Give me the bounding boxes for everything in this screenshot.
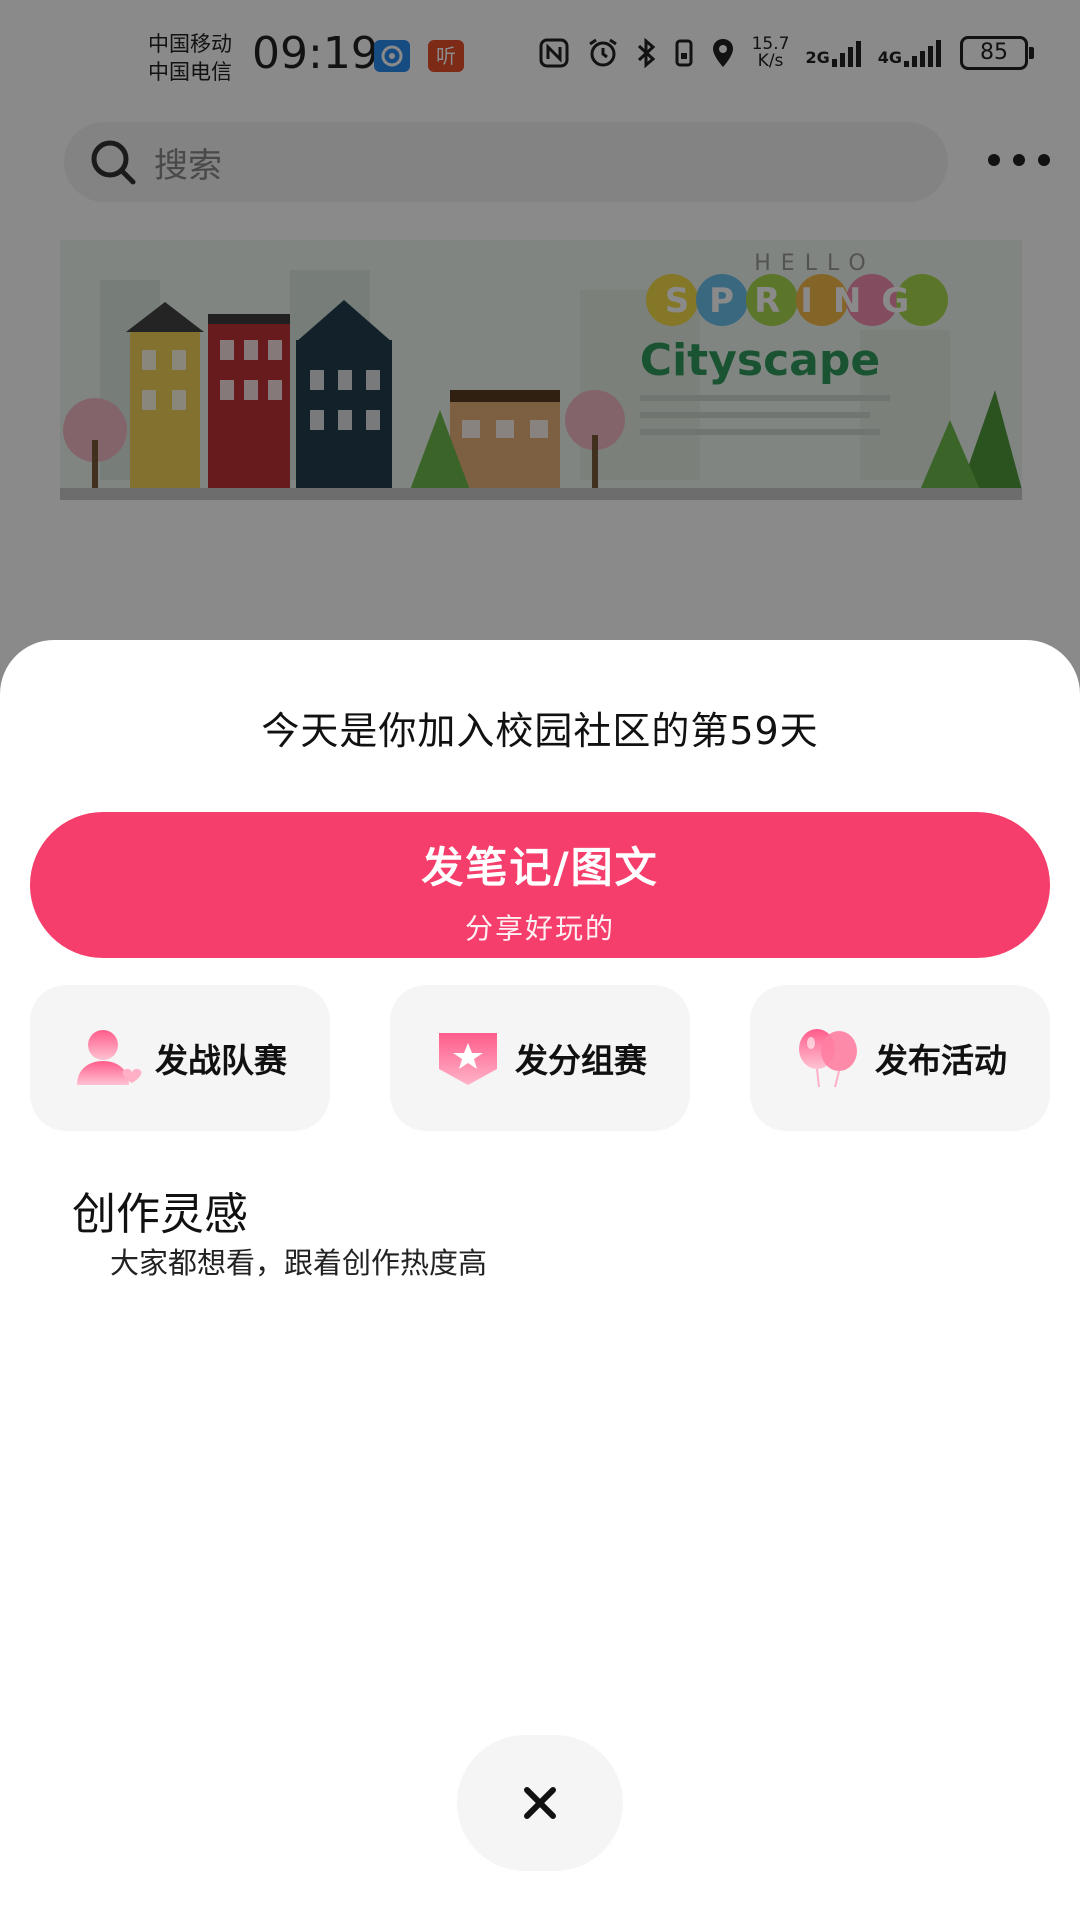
close-button[interactable] [457, 1735, 623, 1871]
post-team-match-button[interactable]: 发战队赛 [30, 985, 330, 1131]
inspiration-title: 创作灵感 [72, 1189, 248, 1240]
balloons-icon [799, 1029, 857, 1088]
post-note-button[interactable]: 发笔记/图文 分享好玩的 [30, 812, 1050, 958]
close-icon [524, 1787, 556, 1819]
post-activity-button[interactable]: 发布活动 [750, 985, 1050, 1131]
post-activity-label: 发布活动 [875, 1041, 1007, 1080]
post-note-title: 发笔记/图文 [421, 843, 659, 892]
post-note-subtitle: 分享好玩的 [464, 912, 615, 945]
post-team-match-label: 发战队赛 [155, 1041, 287, 1080]
team-person-icon [77, 1030, 142, 1085]
publish-bottom-sheet: 今天是你加入校园社区的第59天 发笔记/图文 分享好玩的 发战队赛 发分组赛 发… [0, 640, 1080, 1920]
join-days-text: 今天是你加入校园社区的第59天 [261, 709, 819, 753]
post-group-match-button[interactable]: 发分组赛 [390, 985, 690, 1131]
inspiration-subtitle: 大家都想看，跟着创作热度高 [110, 1246, 488, 1280]
post-group-match-label: 发分组赛 [515, 1041, 647, 1080]
star-badge-icon [439, 1033, 497, 1085]
